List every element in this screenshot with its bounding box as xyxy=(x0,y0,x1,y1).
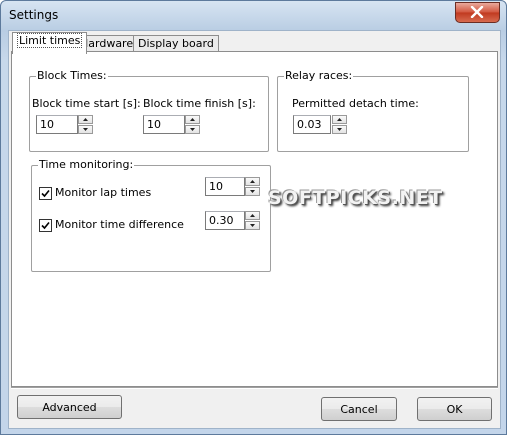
lap-times-input[interactable]: 10 xyxy=(205,177,245,196)
block-time-finish-label: Block time finish [s]: xyxy=(143,97,256,110)
lap-times-spinner: 10 xyxy=(205,177,262,196)
monitor-time-difference-checkbox[interactable] xyxy=(39,219,52,232)
arrow-down-icon xyxy=(250,224,255,227)
arrow-down-icon xyxy=(337,128,342,131)
arrow-down-icon xyxy=(83,128,88,131)
arrow-up-icon xyxy=(250,214,255,217)
time-difference-down-button[interactable] xyxy=(245,221,260,230)
monitor-time-difference-label: Monitor time difference xyxy=(55,218,184,231)
arrow-up-icon xyxy=(250,180,255,183)
close-button[interactable] xyxy=(455,2,500,23)
close-icon xyxy=(470,6,484,18)
window-title: Settings xyxy=(9,8,59,22)
block-time-start-up-button[interactable] xyxy=(78,115,93,124)
arrow-down-icon xyxy=(250,190,255,193)
ok-button[interactable]: OK xyxy=(417,397,492,421)
watermark-text: SOFTPICKS.NET xyxy=(268,187,443,209)
time-monitoring-title: Time monitoring: xyxy=(38,158,135,171)
arrow-up-icon xyxy=(83,118,88,121)
tab-display-board-label: Display board xyxy=(138,37,214,50)
tab-hardware-label: Hardware xyxy=(80,37,134,50)
block-time-start-input[interactable]: 10 xyxy=(36,115,78,134)
detach-time-up-button[interactable] xyxy=(332,115,347,124)
monitor-lap-times-label: Monitor lap times xyxy=(55,186,152,199)
checkmark-icon xyxy=(41,189,50,198)
block-times-title: Block Times: xyxy=(36,69,108,82)
time-difference-input[interactable]: 0.30 xyxy=(205,211,245,230)
arrow-up-icon xyxy=(190,118,195,121)
block-time-finish-input[interactable]: 10 xyxy=(143,115,185,134)
block-time-finish-down-button[interactable] xyxy=(185,125,200,134)
limit-times-panel: Block Times: Block time start [s]: 10 Bl… xyxy=(11,51,498,387)
dialog-client-area: Limit times Hardware Display board Block… xyxy=(8,30,501,429)
advanced-button[interactable]: Advanced xyxy=(17,395,122,419)
footer-separator xyxy=(11,387,498,389)
block-time-start-down-button[interactable] xyxy=(78,125,93,134)
block-times-group: Block Times: Block time start [s]: 10 Bl… xyxy=(29,69,269,152)
block-time-start-label: Block time start [s]: xyxy=(32,97,141,110)
settings-window: Settings Limit times Hardware Display bo… xyxy=(0,0,507,435)
permitted-detach-time-label: Permitted detach time: xyxy=(292,97,419,110)
arrow-up-icon xyxy=(337,118,342,121)
tab-limit-times[interactable]: Limit times xyxy=(12,32,88,54)
relay-races-group: Relay races: Permitted detach time: 0.03 xyxy=(277,69,469,152)
lap-times-down-button[interactable] xyxy=(245,187,260,196)
block-time-finish-up-button[interactable] xyxy=(185,115,200,124)
detach-time-input[interactable]: 0.03 xyxy=(293,115,331,134)
detach-time-spinner: 0.03 xyxy=(293,115,349,134)
title-bar[interactable]: Settings xyxy=(1,1,506,31)
detach-time-down-button[interactable] xyxy=(332,125,347,134)
monitor-lap-times-checkbox[interactable] xyxy=(39,187,52,200)
block-time-start-spinner: 10 xyxy=(36,115,96,134)
checkmark-icon xyxy=(41,221,50,230)
time-difference-up-button[interactable] xyxy=(245,211,260,220)
arrow-down-icon xyxy=(190,128,195,131)
time-monitoring-group: Time monitoring: Monitor lap times 10 Mo… xyxy=(31,158,271,272)
block-time-finish-spinner: 10 xyxy=(143,115,203,134)
relay-races-title: Relay races: xyxy=(284,69,354,82)
lap-times-up-button[interactable] xyxy=(245,177,260,186)
tab-limit-times-label: Limit times xyxy=(17,33,83,48)
time-difference-spinner: 0.30 xyxy=(205,211,262,230)
cancel-button[interactable]: Cancel xyxy=(321,397,397,421)
